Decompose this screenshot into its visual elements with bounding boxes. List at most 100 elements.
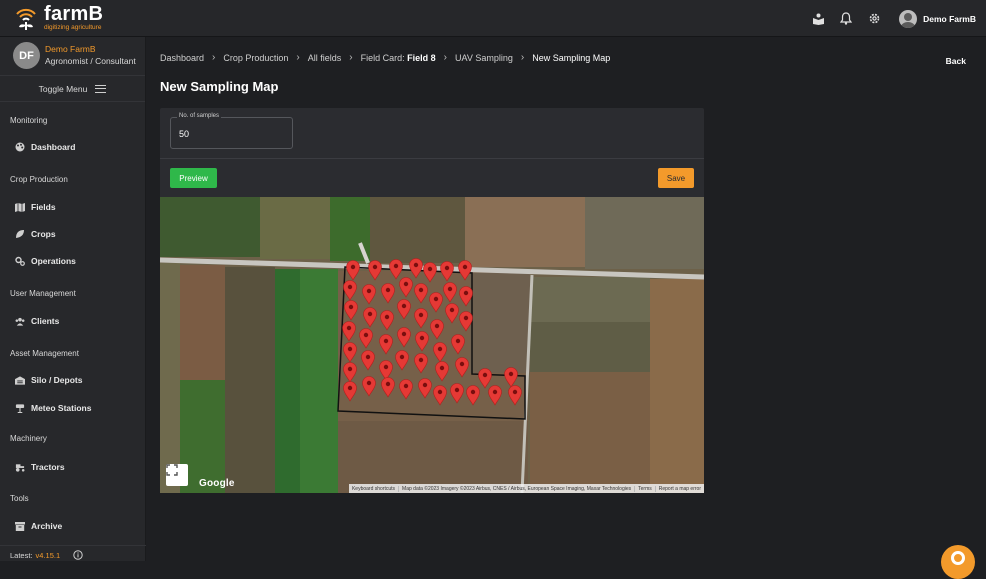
hamburger-icon (95, 84, 107, 93)
sample-pin[interactable] (445, 303, 459, 324)
section-user-management: User Management (10, 289, 76, 298)
sidebar-item-label: Clients (31, 316, 60, 326)
sample-pin[interactable] (362, 376, 376, 397)
terms-link[interactable]: Terms (634, 485, 655, 492)
preview-button[interactable]: Preview (170, 168, 217, 188)
sample-pin[interactable] (414, 353, 428, 374)
sample-pin[interactable] (430, 319, 444, 340)
sidebar-item-crops[interactable]: Crops (15, 229, 56, 239)
sample-pin[interactable] (459, 286, 473, 307)
sampling-card: No. of samples 50 Preview Save Google Ke… (160, 108, 704, 493)
breadcrumb-dashboard[interactable]: Dashboard (160, 53, 204, 63)
sample-pin[interactable] (478, 368, 492, 389)
sample-pin[interactable] (504, 367, 518, 388)
map-attribution: Keyboard shortcuts Map data ©2023 Imager… (348, 484, 704, 493)
sample-pin[interactable] (435, 361, 449, 382)
sample-pin[interactable] (397, 299, 411, 320)
samples-input[interactable]: 50 (179, 129, 189, 139)
breadcrumb-field-card[interactable]: Field Card: Field 8 (361, 53, 436, 63)
toggle-menu-button[interactable]: Toggle Menu (0, 75, 145, 102)
brand-logo[interactable]: farmB digitizing agriculture (14, 4, 103, 32)
sidebar-item-dashboard[interactable]: Dashboard (15, 142, 75, 152)
sample-pin[interactable] (433, 385, 447, 406)
sample-pin[interactable] (363, 307, 377, 328)
sample-pin[interactable] (459, 311, 473, 332)
warehouse-icon (15, 375, 25, 385)
sample-pin[interactable] (443, 282, 457, 303)
sample-pin[interactable] (466, 385, 480, 406)
info-icon[interactable] (73, 549, 83, 562)
sample-pin[interactable] (429, 292, 443, 313)
sidebar: DF Demo FarmB Agronomist / Consultant To… (0, 37, 146, 561)
sample-pin[interactable] (409, 258, 423, 279)
sample-pin[interactable] (488, 385, 502, 406)
sample-pin[interactable] (399, 277, 413, 298)
sample-pin[interactable] (343, 362, 357, 383)
knowledge-book-icon[interactable] (811, 12, 825, 26)
satellite-map[interactable]: Google Keyboard shortcuts Map data ©2023… (160, 197, 704, 493)
sample-pin[interactable] (399, 379, 413, 400)
sample-pin[interactable] (381, 377, 395, 398)
sidebar-item-operations[interactable]: Operations (15, 256, 76, 266)
sample-pin[interactable] (415, 331, 429, 352)
sidebar-item-meteo-stations[interactable]: Meteo Stations (15, 403, 91, 413)
sample-pin[interactable] (450, 383, 464, 404)
breadcrumb-uav-sampling[interactable]: UAV Sampling (455, 53, 513, 63)
help-chat-button[interactable] (941, 545, 975, 579)
sample-pin[interactable] (343, 381, 357, 402)
sample-pin[interactable] (508, 385, 522, 406)
brand-tagline: digitizing agriculture (44, 24, 102, 31)
profile-card[interactable]: DF Demo FarmB Agronomist / Consultant (0, 37, 145, 74)
sample-pin[interactable] (458, 260, 472, 281)
sample-pin[interactable] (423, 262, 437, 283)
footer-version[interactable]: v4.15.1 (36, 551, 61, 560)
sample-pin[interactable] (433, 342, 447, 363)
sample-pin[interactable] (342, 321, 356, 342)
back-button[interactable]: Back (946, 56, 966, 66)
sample-pin[interactable] (379, 334, 393, 355)
report-error-link[interactable]: Report a map error (654, 485, 704, 492)
keyboard-shortcuts-link[interactable]: Keyboard shortcuts (349, 486, 398, 492)
bell-icon[interactable] (839, 12, 853, 26)
sample-pin[interactable] (440, 261, 454, 282)
samples-field[interactable]: No. of samples 50 (170, 113, 293, 149)
sample-pin[interactable] (346, 260, 360, 281)
sample-pin[interactable] (395, 350, 409, 371)
fullscreen-button[interactable] (166, 464, 188, 486)
save-button[interactable]: Save (658, 168, 694, 188)
sample-pin[interactable] (344, 300, 358, 321)
sidebar-item-archive[interactable]: Archive (15, 521, 62, 531)
sample-pin[interactable] (343, 342, 357, 363)
sample-pin[interactable] (451, 334, 465, 355)
sidebar-item-fields[interactable]: Fields (15, 202, 56, 212)
footer-label: Latest: (10, 551, 33, 560)
sidebar-item-clients[interactable]: Clients (15, 316, 59, 326)
chevron-right-icon: › (443, 52, 448, 63)
section-asset-management: Asset Management (10, 349, 79, 358)
gear-icon[interactable] (867, 12, 881, 26)
palette-icon (15, 142, 25, 152)
sample-pin[interactable] (414, 283, 428, 304)
sample-pin[interactable] (414, 308, 428, 329)
sidebar-item-silo-depots[interactable]: Silo / Depots (15, 375, 82, 385)
breadcrumb: Dashboard › Crop Production › All fields… (160, 52, 610, 63)
sidebar-item-tractors[interactable]: Tractors (15, 462, 65, 472)
breadcrumb-all-fields[interactable]: All fields (308, 53, 342, 63)
sample-pin[interactable] (418, 378, 432, 399)
sample-pin[interactable] (361, 350, 375, 371)
sample-pins-layer (342, 258, 522, 406)
sample-pin[interactable] (379, 360, 393, 381)
sample-pin[interactable] (397, 327, 411, 348)
sample-pin[interactable] (380, 310, 394, 331)
user-menu[interactable]: Demo FarmB (899, 9, 976, 28)
sidebar-item-label: Fields (31, 202, 56, 212)
sidebar-item-label: Silo / Depots (31, 375, 83, 385)
sample-pin[interactable] (455, 357, 469, 378)
breadcrumb-crop-production[interactable]: Crop Production (223, 53, 288, 63)
sample-pin[interactable] (381, 283, 395, 304)
sample-pin[interactable] (368, 260, 382, 281)
sample-pin[interactable] (343, 280, 357, 301)
sample-pin[interactable] (389, 259, 403, 280)
sample-pin[interactable] (359, 328, 373, 349)
sample-pin[interactable] (362, 284, 376, 305)
